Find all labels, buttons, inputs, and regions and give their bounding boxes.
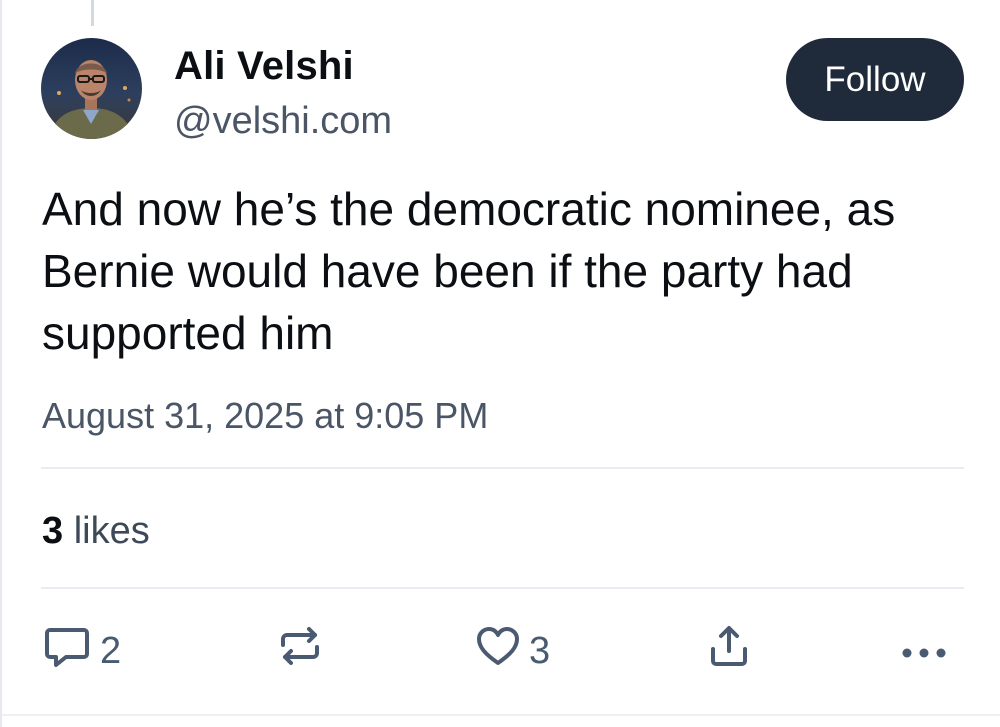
share-icon <box>707 623 751 679</box>
post-timestamp[interactable]: August 31, 2025 at 9:05 PM <box>42 395 488 437</box>
reply-button[interactable]: 2 <box>42 625 121 677</box>
likes-count: 3 <box>42 510 64 552</box>
more-options-button[interactable] <box>900 625 948 677</box>
like-count: 3 <box>529 629 551 672</box>
post-text: And now he’s the democratic nominee, as … <box>42 183 896 359</box>
repost-icon <box>277 623 323 679</box>
more-icon <box>900 630 948 673</box>
author-handle[interactable]: @velshi.com <box>174 100 392 143</box>
likes-label: likes <box>73 510 150 552</box>
author-name[interactable]: Ali Velshi <box>174 44 354 89</box>
post-thread-view: Ali Velshi @velshi.com Follow And now he… <box>0 0 1000 727</box>
divider <box>2 714 1000 716</box>
thread-connector-line <box>91 0 94 26</box>
follow-button[interactable]: Follow <box>786 38 964 121</box>
repost-button[interactable] <box>277 625 323 677</box>
like-button[interactable]: 3 <box>475 625 550 677</box>
divider <box>41 587 964 589</box>
reply-count: 2 <box>100 629 122 672</box>
reply-icon <box>42 621 92 681</box>
share-button[interactable] <box>707 625 751 677</box>
divider <box>41 467 964 469</box>
likes-summary[interactable]: 3 likes <box>42 510 150 553</box>
avatar[interactable] <box>41 38 142 139</box>
heart-icon <box>475 623 521 679</box>
